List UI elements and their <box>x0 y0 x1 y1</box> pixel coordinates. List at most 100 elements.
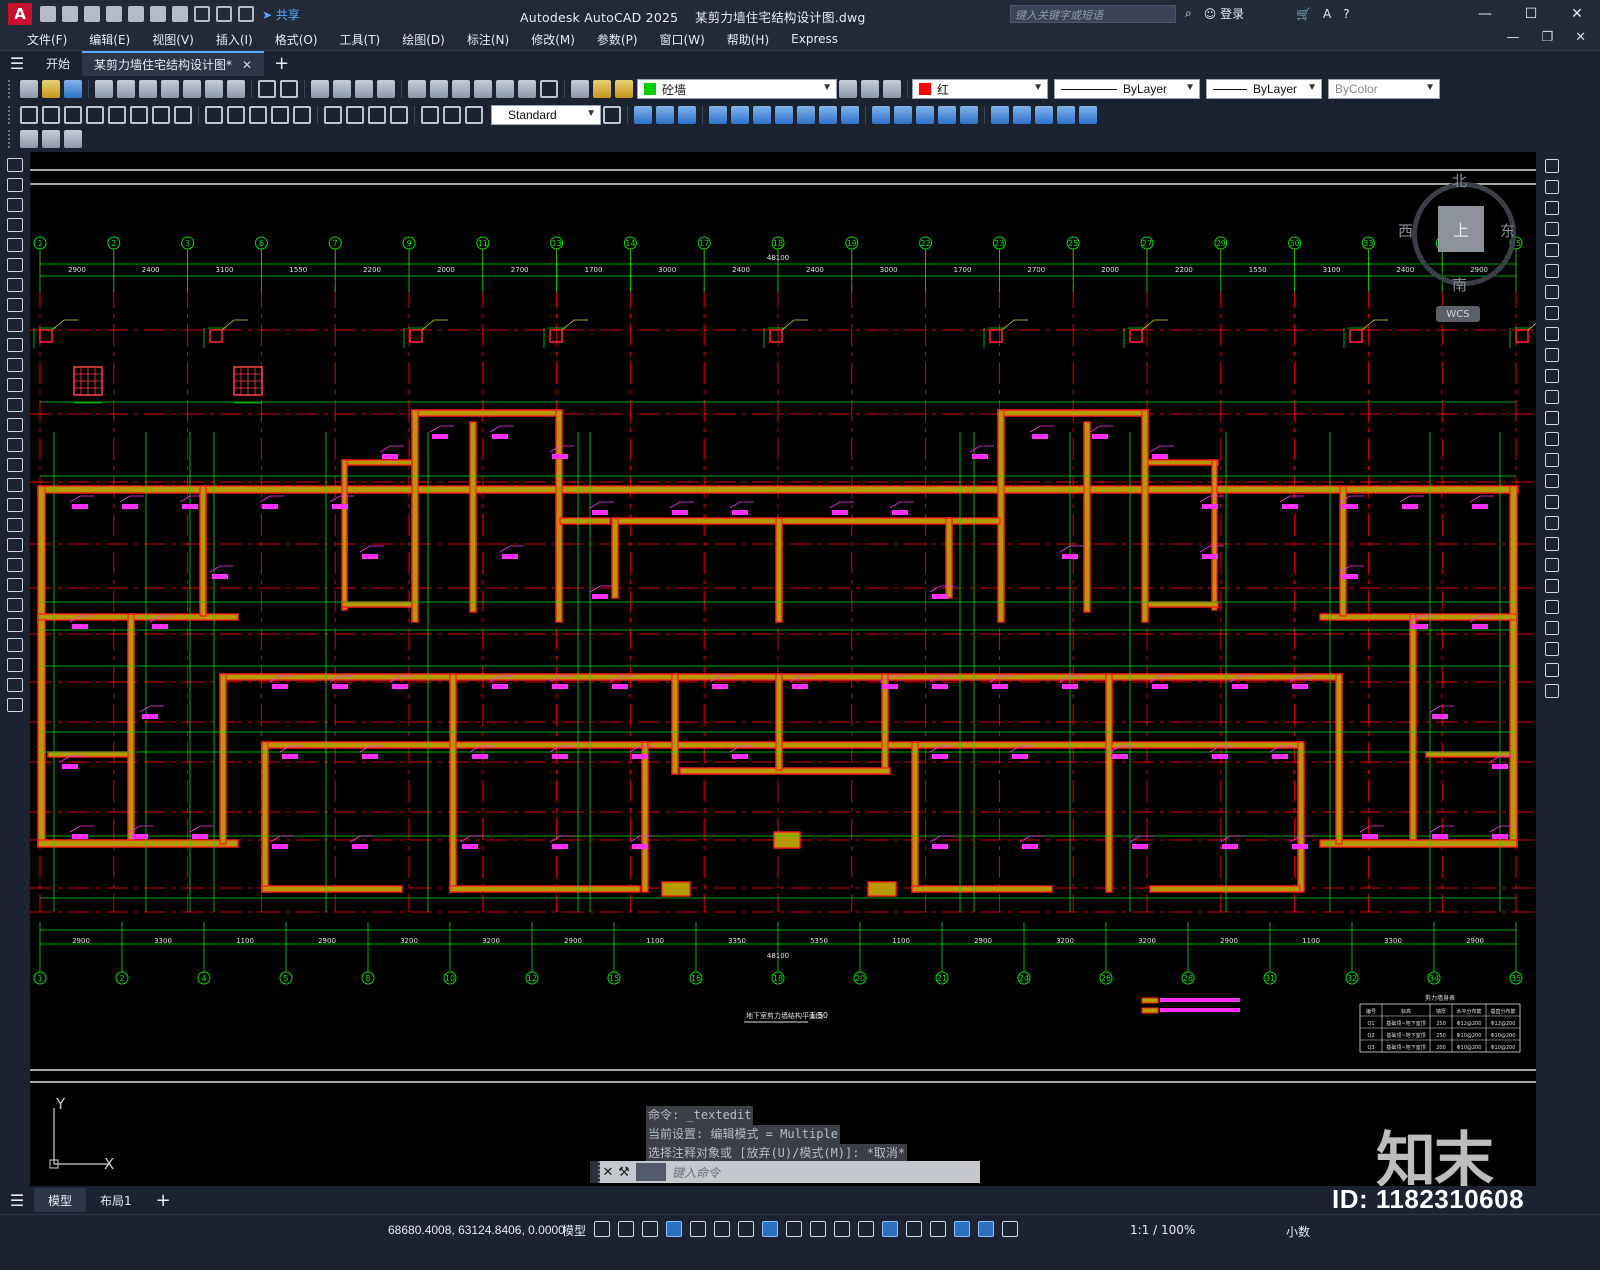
draw-tool-icon[interactable] <box>7 538 23 552</box>
modify-tool-icon[interactable] <box>1545 411 1559 425</box>
tab-document[interactable]: 某剪力墙住宅结构设计图* ✕ <box>82 50 265 77</box>
menu-dimension[interactable]: 标注(N) <box>456 31 520 48</box>
dim-break-icon[interactable] <box>293 106 311 124</box>
doc-minimize-icon[interactable]: — <box>1506 30 1519 45</box>
modify-tool-icon[interactable] <box>1545 369 1559 383</box>
modify-pedit-icon[interactable] <box>1079 106 1097 124</box>
modify-tool-icon[interactable] <box>1545 159 1559 173</box>
undo-icon[interactable] <box>194 6 210 22</box>
modify-erase-icon[interactable] <box>634 106 652 124</box>
draw-tool-icon[interactable] <box>7 478 23 492</box>
draw-tool-icon[interactable] <box>7 678 23 692</box>
doc-restore-icon[interactable]: ❐ <box>1541 30 1553 45</box>
layer-on-icon[interactable] <box>593 80 611 98</box>
modify-tool-icon[interactable] <box>1545 348 1559 362</box>
modify-tool-icon[interactable] <box>1545 516 1559 530</box>
modify-mirror-icon[interactable] <box>678 106 696 124</box>
dim-radius-icon[interactable] <box>108 106 126 124</box>
add-layout-icon[interactable]: + <box>156 1190 171 1211</box>
modify-tool-icon[interactable] <box>1545 243 1559 257</box>
redo-icon[interactable] <box>216 6 232 22</box>
open-file-icon[interactable] <box>62 6 78 22</box>
help-icon[interactable]: ? <box>1343 7 1349 21</box>
dim-jogged-icon[interactable] <box>130 106 148 124</box>
modify-move-icon[interactable] <box>753 106 771 124</box>
block-insert-icon[interactable] <box>64 130 82 148</box>
menu-edit[interactable]: 编辑(E) <box>78 31 141 48</box>
dim-update-icon[interactable] <box>465 106 483 124</box>
layer-freeze-icon[interactable] <box>615 80 633 98</box>
auto-scale-icon[interactable] <box>1002 1221 1018 1237</box>
dim-style-dropdown[interactable]: Standard ▼ <box>491 105 601 125</box>
object-snap-tracking-icon[interactable] <box>762 1221 778 1237</box>
paste-icon[interactable] <box>205 80 223 98</box>
doc-close-icon[interactable]: ✕ <box>1575 30 1586 45</box>
draw-tool-icon[interactable] <box>7 218 23 232</box>
units-dropdown[interactable]: 小数 <box>1286 1223 1310 1240</box>
draw-tool-icon[interactable] <box>7 358 23 372</box>
wcs-menu-button[interactable]: WCS <box>1436 306 1480 322</box>
preview-icon[interactable] <box>117 80 135 98</box>
draw-tool-icon[interactable] <box>7 398 23 412</box>
dim-continue-icon[interactable] <box>249 106 267 124</box>
selection-cycling-icon[interactable] <box>858 1221 874 1237</box>
draw-tool-icon[interactable] <box>7 198 23 212</box>
calculator-icon[interactable] <box>518 80 536 98</box>
modify-tool-icon[interactable] <box>1545 642 1559 656</box>
menu-modify[interactable]: 修改(M) <box>520 31 586 48</box>
plot-icon[interactable] <box>172 6 188 22</box>
annotation-scale-dropdown[interactable]: 1:1 / 100% <box>1130 1223 1195 1237</box>
customize-dropdown-icon[interactable] <box>238 6 254 22</box>
dim-space-icon[interactable] <box>271 106 289 124</box>
menu-window[interactable]: 窗口(W) <box>649 31 716 48</box>
modify-tool-icon[interactable] <box>1545 558 1559 572</box>
snap-icon[interactable] <box>618 1221 634 1237</box>
publish-icon[interactable] <box>139 80 157 98</box>
modify-tool-icon[interactable] <box>1545 474 1559 488</box>
draw-tool-icon[interactable] <box>7 558 23 572</box>
match-prop-icon[interactable] <box>227 80 245 98</box>
gizmo-icon[interactable] <box>954 1221 970 1237</box>
layer-dropdown[interactable]: 砼墙 ▼ <box>637 79 837 99</box>
pan-icon[interactable] <box>311 80 329 98</box>
draw-tool-icon[interactable] <box>7 278 23 292</box>
modify-tool-icon[interactable] <box>1545 537 1559 551</box>
properties-icon[interactable] <box>408 80 426 98</box>
modify-tool-icon[interactable] <box>1545 327 1559 341</box>
selection-filter-icon[interactable] <box>930 1221 946 1237</box>
new-file-icon[interactable] <box>40 6 56 22</box>
modify-tool-icon[interactable] <box>1545 180 1559 194</box>
share-button[interactable]: ➤ 共享 <box>262 6 300 23</box>
search-icon[interactable]: ⌕ <box>1185 6 1192 21</box>
modify-tool-icon[interactable] <box>1545 390 1559 404</box>
layer-state-icon[interactable] <box>883 80 901 98</box>
design-center-icon[interactable] <box>430 80 448 98</box>
attribute-edit-icon[interactable] <box>42 130 60 148</box>
menu-parametric[interactable]: 参数(P) <box>586 31 649 48</box>
copy-icon[interactable] <box>183 80 201 98</box>
layer-manager-icon[interactable] <box>571 80 589 98</box>
print-icon[interactable] <box>95 80 113 98</box>
tolerance-icon[interactable] <box>324 106 342 124</box>
compass-west-label[interactable]: 西 <box>1398 220 1413 241</box>
polar-icon[interactable] <box>714 1221 730 1237</box>
modify-scale-icon[interactable] <box>797 106 815 124</box>
cart-icon[interactable]: 🛒 <box>1296 7 1311 21</box>
draw-tool-icon[interactable] <box>7 698 23 712</box>
modify-align-icon[interactable] <box>1035 106 1053 124</box>
save-as-icon[interactable] <box>106 6 122 22</box>
draw-tool-icon[interactable] <box>7 658 23 672</box>
modify-tool-icon[interactable] <box>1545 285 1559 299</box>
dynamic-ucs-icon[interactable] <box>906 1221 922 1237</box>
layer-previous-icon[interactable] <box>861 80 879 98</box>
dim-arc-icon[interactable] <box>64 106 82 124</box>
modify-tool-icon[interactable] <box>1545 201 1559 215</box>
draw-tool-icon[interactable] <box>7 378 23 392</box>
draw-tool-icon[interactable] <box>7 178 23 192</box>
dim-ordinate-icon[interactable] <box>86 106 104 124</box>
open-icon[interactable] <box>42 80 60 98</box>
draw-tool-icon[interactable] <box>7 298 23 312</box>
menu-draw[interactable]: 绘图(D) <box>391 31 456 48</box>
save-icon[interactable] <box>84 6 100 22</box>
annotation-visibility-icon[interactable] <box>978 1221 994 1237</box>
